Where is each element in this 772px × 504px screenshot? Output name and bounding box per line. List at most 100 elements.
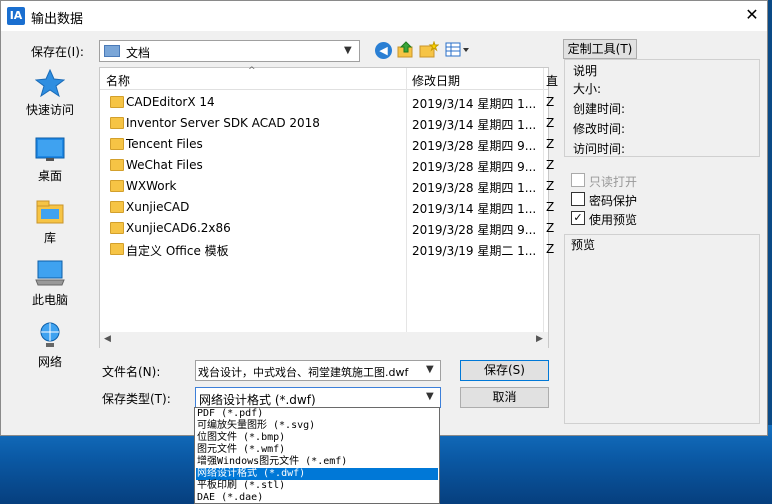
network-icon	[40, 322, 60, 347]
details-group: 说明 大小: 创建时间: 修改时间: 访问时间:	[564, 59, 760, 157]
file-name: Tencent Files	[126, 137, 203, 151]
check-icon: ✓	[573, 211, 583, 224]
chevron-down-icon: ▼	[426, 364, 434, 375]
dialog-title: 输出数据	[31, 12, 84, 27]
file-row[interactable]: Inventor Server SDK ACAD 2018 2019/3/14 星…	[100, 113, 554, 134]
place-library[interactable]: 库	[9, 195, 91, 257]
sort-caret-icon: ^	[248, 66, 256, 76]
lookin-value: 文档	[126, 46, 151, 60]
place-label: 库	[43, 231, 56, 245]
file-row[interactable]: WeChat Files 2019/3/28 星期四 9... Z	[100, 155, 554, 176]
filetype-option[interactable]: PDF (*.pdf)	[196, 408, 438, 420]
password-checkbox[interactable]	[571, 192, 585, 206]
file-date: 2019/3/19 星期二 1...	[412, 244, 537, 258]
use-preview-checkbox[interactable]: ✓	[571, 211, 585, 225]
horizontal-scrollbar[interactable]: ◀ ▶	[100, 332, 548, 348]
scroll-left-icon[interactable]: ◀	[104, 334, 111, 344]
file-extra: Z	[546, 137, 555, 151]
star-icon	[35, 69, 65, 97]
export-dialog: IA 输出数据 ✕ 保存在(I): 文档 ▼ ◀ 快速访问 桌面 库 此电脑 网…	[0, 0, 768, 436]
place-label: 快速访问	[25, 103, 74, 117]
place-network[interactable]: 网络	[9, 319, 91, 381]
details-created: 创建时间:	[573, 102, 626, 116]
file-row[interactable]: Tencent Files 2019/3/28 星期四 9... Z	[100, 134, 554, 155]
documents-folder-icon	[104, 45, 120, 57]
file-name: XunjieCAD	[126, 200, 190, 214]
file-list[interactable]: 名称 ^ 修改日期 直 CADEditorX 14 2019/3/14 星期四 1…	[99, 66, 558, 348]
file-date: 2019/3/14 星期四 1...	[412, 97, 537, 111]
title-bar: IA 输出数据 ✕	[1, 1, 767, 31]
file-date: 2019/3/28 星期四 9...	[412, 139, 537, 153]
close-icon: ✕	[745, 5, 759, 24]
filename-value: 戏台设计，中式戏台、祠堂建筑施工图.dwf	[198, 366, 409, 379]
back-button[interactable]: ◀	[375, 42, 392, 59]
folder-icon	[110, 117, 124, 129]
details-accessed: 访问时间:	[573, 142, 626, 156]
file-row[interactable]: XunjieCAD 2019/3/14 星期四 1... Z	[100, 197, 554, 218]
app-icon: IA	[7, 7, 25, 25]
file-date: 2019/3/28 星期四 9...	[412, 160, 537, 174]
column-more[interactable]: 直	[546, 72, 558, 89]
file-extra: Z	[546, 221, 555, 235]
file-date: 2019/3/28 星期四 1...	[412, 181, 537, 195]
filetype-select[interactable]: 网络设计格式 (*.dwf) ▼	[195, 387, 441, 408]
column-date[interactable]: 修改日期	[412, 72, 460, 89]
filetype-dropdown-list[interactable]: PDF (*.pdf) 可编放矢量图形 (*.svg) 位图文件 (*.bmp) 图元…	[194, 407, 440, 504]
file-row[interactable]: XunjieCAD6.2x86 2019/3/28 星期四 9... Z	[100, 218, 554, 239]
file-extra: Z	[546, 179, 555, 193]
folder-icon	[110, 180, 124, 192]
file-extra: Z	[546, 95, 555, 109]
filetype-option[interactable]: 网络设计格式 (*.dwf)	[196, 468, 438, 480]
desktop-icon	[35, 137, 65, 161]
file-extra: Z	[546, 200, 555, 214]
details-title: 说明	[573, 64, 598, 78]
file-name: XunjieCAD6.2x86	[126, 221, 231, 235]
back-arrow-icon: ◀	[379, 44, 388, 57]
view-grid-icon	[445, 42, 469, 57]
place-quick-access[interactable]: 快速访问	[9, 67, 91, 129]
folder-icon	[110, 138, 124, 150]
folder-icon	[110, 243, 124, 255]
new-folder-button[interactable]	[419, 40, 440, 59]
filetype-option[interactable]: DAE (*.dae)	[196, 492, 438, 504]
filetype-option[interactable]: 平板印刷 (*.stl)	[196, 480, 438, 492]
use-preview-label: 使用预览	[589, 213, 638, 227]
filetype-option[interactable]: 位图文件 (*.bmp)	[196, 432, 438, 444]
file-row[interactable]: WXWork 2019/3/28 星期四 1... Z	[100, 176, 554, 197]
filetype-option[interactable]: 可编放矢量图形 (*.svg)	[196, 420, 438, 432]
file-name: WXWork	[126, 179, 177, 193]
chevron-down-icon: ▼	[344, 45, 352, 56]
close-button[interactable]: ✕	[739, 4, 765, 26]
file-name: Inventor Server SDK ACAD 2018	[126, 116, 320, 130]
file-name: CADEditorX 14	[126, 95, 215, 109]
column-name[interactable]: 名称	[106, 72, 130, 89]
view-menu-button[interactable]	[445, 41, 471, 59]
library-icon	[36, 200, 64, 224]
password-label: 密码保护	[589, 194, 638, 208]
file-date: 2019/3/14 星期四 1...	[412, 118, 537, 132]
lookin-label: 保存在(I):	[31, 45, 84, 59]
folder-icon	[110, 201, 124, 213]
place-this-pc[interactable]: 此电脑	[9, 257, 91, 319]
file-row[interactable]: 自定义 Office 模板 2019/3/19 星期二 1... Z	[100, 239, 554, 260]
place-desktop[interactable]: 桌面	[9, 133, 91, 195]
filetype-option[interactable]: 增强Windows图元文件 (*.emf)	[196, 456, 438, 468]
up-folder-button[interactable]	[397, 41, 415, 59]
up-folder-icon	[397, 41, 413, 58]
file-row[interactable]: CADEditorX 14 2019/3/14 星期四 1... Z	[100, 92, 554, 113]
list-header: 名称 ^ 修改日期 直	[100, 66, 558, 90]
filetype-label: 保存类型(T):	[102, 392, 171, 406]
file-extra: Z	[546, 116, 555, 130]
scroll-right-icon[interactable]: ▶	[536, 334, 543, 344]
cancel-button[interactable]: 取消	[460, 387, 549, 408]
save-button[interactable]: 保存(S)	[460, 360, 549, 381]
filename-input[interactable]: 戏台设计，中式戏台、祠堂建筑施工图.dwf ▼	[195, 360, 441, 381]
lookin-select[interactable]: 文档 ▼	[99, 40, 360, 62]
preview-pane	[564, 234, 760, 424]
details-size: 大小:	[573, 82, 602, 96]
custom-tools-button[interactable]: 定制工具(T)	[563, 39, 637, 59]
filetype-option[interactable]: 图元文件 (*.wmf)	[196, 444, 438, 456]
readonly-checkbox[interactable]	[571, 173, 585, 187]
new-folder-icon	[419, 40, 440, 58]
place-label: 网络	[37, 355, 62, 369]
